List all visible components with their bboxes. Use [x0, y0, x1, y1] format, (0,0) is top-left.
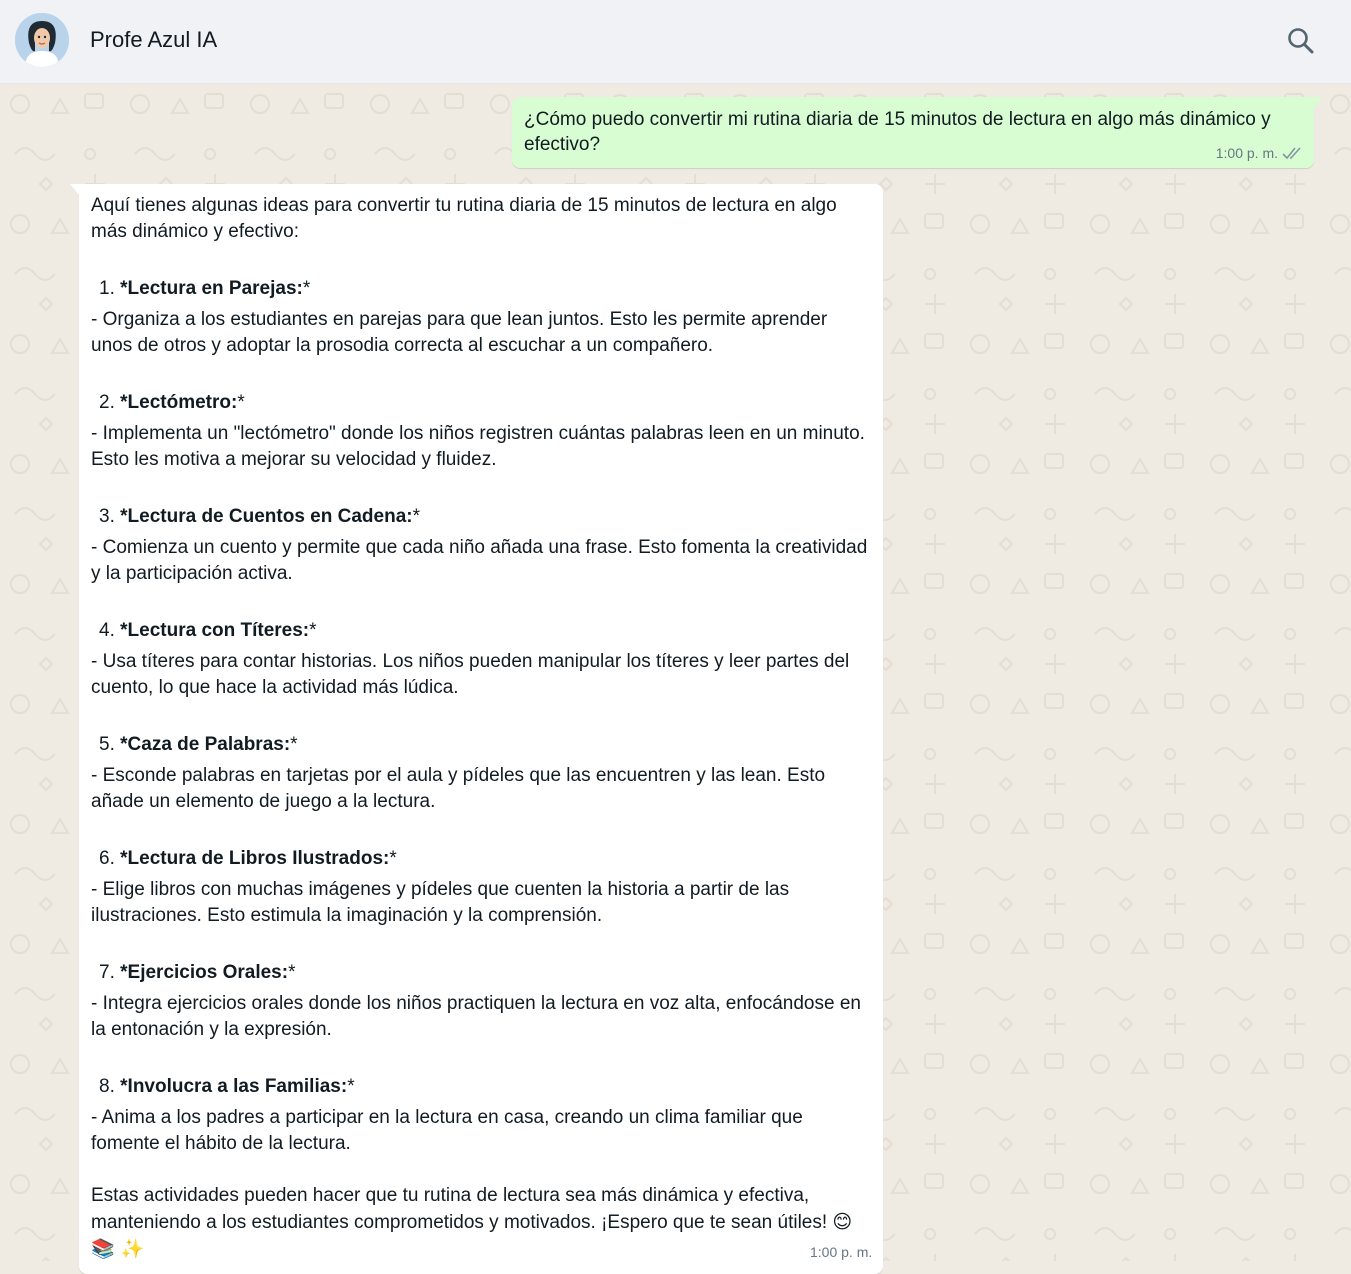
list-item-description: - Usa títeres para contar historias. Los… — [91, 651, 850, 698]
list-item-number: 3. — [99, 506, 115, 527]
list-item-number: 5. — [99, 734, 115, 755]
list-item-number: 6. — [99, 848, 115, 869]
list-item-title: *Lectura en Parejas: — [120, 278, 303, 299]
list-item-description: - Comienza un cuento y permite que cada … — [91, 537, 868, 584]
message-time: 1:00 p. m. — [1215, 145, 1278, 161]
list-item-title: *Ejercicios Orales: — [120, 962, 289, 983]
list-item-number: 7. — [99, 962, 115, 983]
chat-header: Profe Azul IA — [0, 0, 1351, 84]
list-item-title: *Lectómetro: — [120, 392, 238, 413]
list-item: 6. *Lectura de Libros Ilustrados:* - Eli… — [91, 846, 871, 929]
incoming-message[interactable]: Aquí tienes algunas ideas para convertir… — [70, 184, 883, 1274]
message-intro: Aquí tienes algunas ideas para convertir… — [91, 195, 837, 242]
message-time: 1:00 p. m. — [810, 1244, 873, 1260]
search-icon — [1288, 28, 1314, 54]
bubble-tail — [70, 184, 80, 196]
list-item-title-tail: * — [347, 1076, 355, 1097]
list-item: 2. *Lectómetro:* - Implementa un "lectóm… — [91, 390, 871, 473]
list-item-description: - Elige libros con muchas imágenes y píd… — [91, 879, 790, 926]
list-item-title: *Lectura de Cuentos en Cadena: — [120, 506, 413, 527]
list-item-title-tail: * — [302, 278, 311, 299]
list-item-title-tail: * — [309, 620, 317, 641]
list-item-title-tail: * — [237, 392, 245, 413]
avatar[interactable] — [15, 13, 69, 67]
list-item-title-tail: * — [412, 506, 420, 527]
list-item-number: 4. — [99, 620, 115, 641]
list-item-title: *Lectura de Libros Ilustrados: — [120, 848, 390, 869]
list-item-description: - Esconde palabras en tarjetas por el au… — [91, 765, 826, 812]
list-item-description: - Anima a los padres a participar en la … — [91, 1107, 803, 1154]
list-item-description: - Integra ejercicios orales donde los ni… — [91, 993, 861, 1040]
list-item: 5. *Caza de Palabras:* - Esconde palabra… — [91, 732, 871, 815]
list-item-description: - Implementa un "lectómetro" donde los n… — [91, 423, 865, 470]
avatar-woman-illustration — [15, 13, 69, 67]
list-item-number: 1. — [99, 278, 115, 299]
contact-name[interactable]: Profe Azul IA — [90, 27, 217, 53]
list-item-title: *Caza de Palabras: — [120, 734, 291, 755]
message-closing: Estas actividades pueden hacer que tu ru… — [91, 1183, 871, 1263]
outgoing-message[interactable]: ¿Cómo puedo convertir mi rutina diaria d… — [512, 97, 1323, 168]
list-item-title: *Lectura con Títeres: — [120, 620, 310, 641]
search-button[interactable] — [1284, 24, 1318, 58]
list-item-description: - Organiza a los estudiantes en parejas … — [91, 309, 828, 356]
list-item-title: *Involucra a las Familias: — [120, 1076, 348, 1097]
closing-text: Estas actividades pueden hacer que tu ru… — [91, 1185, 833, 1233]
outgoing-message-text: ¿Cómo puedo convertir mi rutina diaria d… — [524, 109, 1271, 155]
message-meta: 1:00 p. m. — [1216, 145, 1304, 161]
list-item: 7. *Ejercicios Orales:* - Integra ejerci… — [91, 960, 871, 1043]
list-item-number: 2. — [99, 392, 115, 413]
list-item-title-tail: * — [290, 734, 298, 755]
list-item-number: 8. — [99, 1076, 115, 1097]
double-check-icon — [1282, 147, 1301, 160]
list-item-title-tail: * — [288, 962, 296, 983]
list-item: 3. *Lectura de Cuentos en Cadena:* - Com… — [91, 504, 871, 587]
list-item: 8. *Involucra a las Familias:* - Anima a… — [91, 1074, 871, 1157]
list-item-title-tail: * — [389, 848, 397, 869]
list-item: 4. *Lectura con Títeres:* - Usa títeres … — [91, 618, 871, 701]
bubble-tail — [1313, 97, 1323, 109]
list-item: 1. *Lectura en Parejas:* - Organiza a lo… — [91, 276, 871, 359]
incoming-message-text: Aquí tienes algunas ideas para convertir… — [91, 193, 871, 1263]
